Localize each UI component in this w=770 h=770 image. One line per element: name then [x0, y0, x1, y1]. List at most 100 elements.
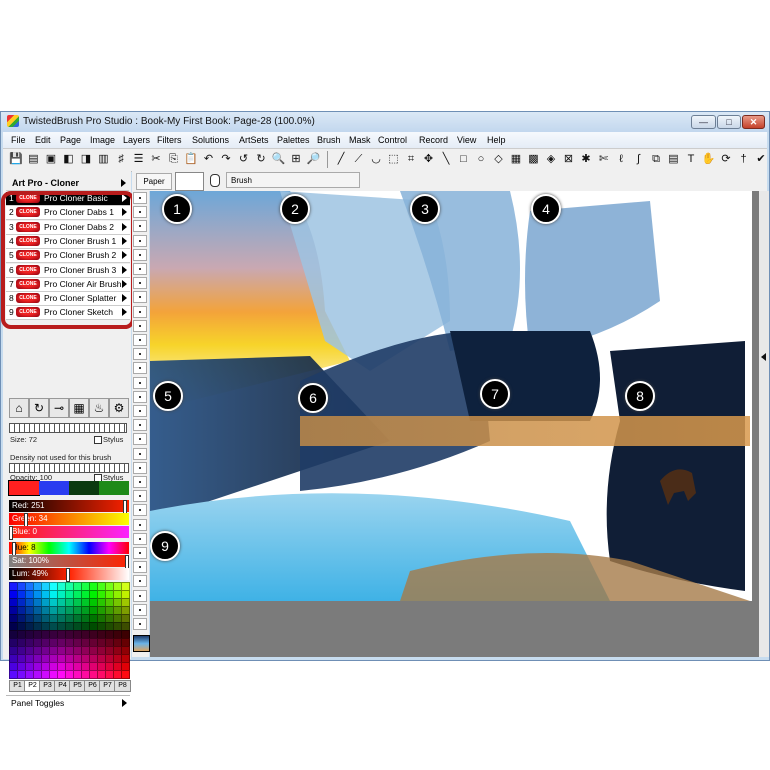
- page-insert-icon[interactable]: ▥: [97, 152, 111, 166]
- menu-artsets[interactable]: ArtSets: [239, 135, 269, 145]
- layer-strip-button[interactable]: [133, 248, 147, 261]
- save-icon[interactable]: 💾: [9, 152, 23, 166]
- marquee-icon[interactable]: ⬚: [387, 152, 401, 166]
- menu-filters[interactable]: Filters: [157, 135, 182, 145]
- artset-selector[interactable]: Art Pro - Cloner: [6, 175, 129, 191]
- pattern-icon[interactable]: ▩: [527, 152, 541, 166]
- palette-color-cell[interactable]: [121, 670, 130, 679]
- paste-icon[interactable]: 📋: [184, 152, 198, 166]
- zoom-in-icon[interactable]: 🔍: [272, 152, 286, 166]
- panel-toggles-button[interactable]: Panel Toggles: [6, 695, 130, 710]
- layer-strip-button[interactable]: [133, 192, 147, 204]
- move-icon[interactable]: ✥: [422, 152, 436, 166]
- layer-strip-button[interactable]: [133, 518, 147, 531]
- rotate-icon[interactable]: ⟳: [719, 152, 733, 166]
- line-icon[interactable]: ╲: [439, 152, 453, 166]
- green-slider[interactable]: Green: 34: [9, 513, 129, 527]
- brush-name-field[interactable]: Brush: [226, 172, 360, 188]
- bucket-icon[interactable]: ◡: [369, 152, 383, 166]
- painting-canvas[interactable]: 1 2 3 4 5 6 7 8 9: [150, 191, 752, 601]
- color-swatch[interactable]: [39, 481, 69, 495]
- lasso-icon[interactable]: ℓ: [614, 152, 628, 166]
- shape-icon[interactable]: ⌂: [9, 398, 29, 418]
- scissors-icon[interactable]: ✄: [597, 152, 611, 166]
- texture-icon[interactable]: ▦: [69, 398, 89, 418]
- layer-strip-button[interactable]: [133, 305, 147, 318]
- page-next-icon[interactable]: ◨: [79, 152, 93, 166]
- layer-strip-button[interactable]: [133, 319, 147, 332]
- layer-strip-button[interactable]: [133, 618, 147, 630]
- cut-icon[interactable]: ✂: [149, 152, 163, 166]
- layer-strip-button[interactable]: [133, 532, 147, 545]
- menu-help[interactable]: Help: [487, 135, 506, 145]
- save-all-icon[interactable]: ▤: [27, 152, 41, 166]
- hand-icon[interactable]: ✋: [702, 152, 716, 166]
- menu-image[interactable]: Image: [90, 135, 115, 145]
- fill-icon[interactable]: ◇: [492, 152, 506, 166]
- mask-icon[interactable]: ⊠: [562, 152, 576, 166]
- settings-gear-icon[interactable]: ⚙: [109, 398, 129, 418]
- layer-strip-button[interactable]: [133, 390, 147, 403]
- menu-control[interactable]: Control: [378, 135, 407, 145]
- layer-strip-button[interactable]: [133, 263, 147, 275]
- magic-icon[interactable]: ♯: [114, 152, 128, 166]
- spray-icon[interactable]: ⊸: [49, 398, 69, 418]
- layer-strip-button[interactable]: [133, 419, 147, 432]
- layer-strip-button[interactable]: [133, 376, 147, 389]
- menu-view[interactable]: View: [457, 135, 476, 145]
- smudge-icon[interactable]: ∫: [632, 152, 646, 166]
- crop-icon[interactable]: ⌗: [404, 152, 418, 166]
- size-slider[interactable]: [9, 423, 127, 433]
- layer-strip-button[interactable]: [133, 589, 147, 602]
- layer-strip-button[interactable]: [133, 291, 147, 304]
- color-swatch[interactable]: [99, 481, 129, 495]
- sat-thumb[interactable]: [125, 555, 129, 569]
- layer-strip-button[interactable]: [133, 234, 147, 247]
- blue-thumb[interactable]: [9, 526, 13, 540]
- undo-icon[interactable]: ↺: [237, 152, 251, 166]
- lum-thumb[interactable]: [66, 568, 70, 582]
- red-slider[interactable]: Red: 251: [9, 500, 129, 514]
- layer-strip-button[interactable]: [133, 206, 147, 219]
- magic-wand-icon[interactable]: ✱: [579, 152, 593, 166]
- undo-small-icon[interactable]: ↶: [202, 152, 216, 166]
- layer-icon[interactable]: ▤: [667, 152, 681, 166]
- copy-icon[interactable]: ⎘: [167, 152, 181, 166]
- opacity-slider[interactable]: [9, 463, 129, 473]
- menu-mask[interactable]: Mask: [349, 135, 371, 145]
- paper-button[interactable]: Paper: [136, 173, 172, 190]
- menu-brush[interactable]: Brush: [317, 135, 341, 145]
- list-icon[interactable]: ☰: [132, 152, 146, 166]
- menu-palettes[interactable]: Palettes: [277, 135, 310, 145]
- layer-strip-button[interactable]: [133, 603, 147, 616]
- layer-strip-button[interactable]: [133, 277, 147, 290]
- menu-page[interactable]: Page: [60, 135, 81, 145]
- right-panel-toggle[interactable]: [759, 191, 769, 657]
- clone-icon[interactable]: ⧉: [649, 152, 663, 166]
- close-button[interactable]: ✕: [742, 115, 765, 129]
- brush-tool-icon[interactable]: ╱: [334, 152, 348, 166]
- zoom-out-icon[interactable]: 🔎: [307, 152, 321, 166]
- layer-strip-button[interactable]: [133, 575, 147, 588]
- ellipse-icon[interactable]: ○: [474, 152, 488, 166]
- minimize-button[interactable]: —: [691, 115, 716, 129]
- layer-strip-button[interactable]: [133, 433, 147, 446]
- airbrush-icon[interactable]: ♨: [89, 398, 109, 418]
- red-thumb[interactable]: [123, 500, 127, 514]
- layer-strip-button[interactable]: [133, 405, 147, 417]
- canvas-thumbnail-icon[interactable]: [133, 635, 150, 652]
- redo-icon[interactable]: ↻: [254, 152, 268, 166]
- layer-strip-button[interactable]: [133, 362, 147, 375]
- layer-strip-button[interactable]: [133, 476, 147, 488]
- check-brush-icon[interactable]: ✔: [754, 152, 768, 166]
- layer-strip-button[interactable]: [133, 220, 147, 233]
- lum-slider[interactable]: Lum: 49%: [9, 568, 129, 582]
- page-icon[interactable]: ▣: [44, 152, 58, 166]
- green-thumb[interactable]: [24, 513, 28, 527]
- layer-strip-button[interactable]: [133, 348, 147, 361]
- stamp-icon[interactable]: ◈: [544, 152, 558, 166]
- paper-color-swatch[interactable]: [175, 172, 204, 191]
- blue-slider[interactable]: Blue: 0: [9, 526, 129, 540]
- text-icon[interactable]: T: [684, 152, 698, 166]
- hue-slider[interactable]: Hue: 8: [9, 542, 129, 556]
